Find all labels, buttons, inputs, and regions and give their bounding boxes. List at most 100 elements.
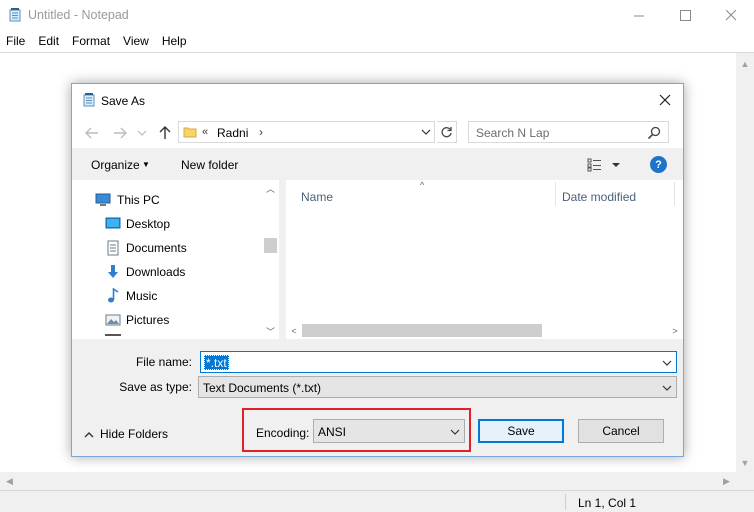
nav-item-label: Documents: [126, 241, 187, 255]
chevron-left-icon[interactable]: <: [286, 322, 302, 339]
nav-pane-scrollbar[interactable]: ︿ ﹀: [262, 180, 279, 339]
refresh-icon: [441, 126, 452, 137]
nav-item-pictures[interactable]: Pictures: [72, 309, 262, 331]
close-icon: [659, 94, 671, 106]
scroll-right-icon[interactable]: ▶: [718, 472, 735, 490]
hide-folders-button[interactable]: Hide Folders: [84, 427, 168, 441]
nav-item-desktop[interactable]: Desktop: [72, 213, 262, 235]
hide-folders-label: Hide Folders: [100, 427, 169, 441]
desktop-icon: [105, 217, 121, 229]
nav-item-label: Downloads: [126, 265, 186, 279]
save-as-type-label: Save as type:: [119, 380, 192, 394]
nav-item-label: Pictures: [126, 313, 170, 327]
sort-ascending-icon: ^: [420, 180, 425, 190]
chevron-right-icon[interactable]: >: [667, 322, 683, 339]
address-folder-radni[interactable]: Radni: [217, 126, 248, 140]
column-header-date-modified[interactable]: Date modified: [562, 190, 636, 204]
search-input[interactable]: Search N Lap: [468, 121, 669, 143]
command-bar: Organize ▼ New folder ?: [72, 148, 683, 180]
close-icon: [725, 10, 736, 21]
notepad-titlebar: Untitled - Notepad: [0, 0, 754, 31]
address-bar[interactable]: « Radni ›: [178, 121, 435, 143]
menu-edit[interactable]: Edit: [32, 31, 66, 52]
column-divider[interactable]: [674, 182, 675, 206]
scroll-left-icon[interactable]: ◀: [1, 472, 18, 490]
scroll-down-icon[interactable]: ▼: [736, 454, 754, 471]
menu-view[interactable]: View: [117, 31, 156, 52]
nav-item-label: Desktop: [126, 217, 171, 231]
recent-locations-button[interactable]: [132, 124, 152, 142]
documents-icon: [107, 240, 119, 256]
menu-bar: File Edit Format View Help: [0, 31, 754, 52]
organize-button[interactable]: Organize: [91, 158, 140, 172]
menu-format[interactable]: Format: [66, 31, 117, 52]
editor-vertical-scrollbar[interactable]: ▲ ▼: [736, 52, 754, 472]
scrollbar-thumb[interactable]: [302, 324, 542, 337]
dialog-titlebar: Save As: [72, 84, 683, 116]
address-dropdown[interactable]: [419, 126, 433, 138]
scrollbar-corner: [736, 472, 754, 490]
address-overflow-chevron[interactable]: «: [202, 126, 208, 138]
chevron-down-icon[interactable]: ﹀: [262, 323, 279, 339]
music-icon: [108, 288, 119, 303]
nav-item-label: This PC: [117, 193, 160, 207]
file-name-value[interactable]: *.txt: [204, 355, 229, 370]
save-as-dialog: Save As « Radni › Search N Lap Organize …: [71, 83, 684, 457]
encoding-value: ANSI: [318, 425, 347, 439]
minimize-icon: [633, 15, 644, 17]
pictures-icon: [105, 314, 121, 326]
maximize-button[interactable]: [662, 0, 708, 31]
nav-item-documents[interactable]: Documents: [72, 237, 262, 259]
close-window-button[interactable]: [708, 0, 754, 31]
nav-item-downloads[interactable]: Downloads: [72, 261, 262, 283]
window-title: Untitled - Notepad: [28, 8, 129, 22]
column-header-name[interactable]: Name: [301, 190, 333, 204]
notepad-app-icon: [9, 8, 21, 22]
chevron-up-icon[interactable]: ︿: [262, 180, 279, 196]
nav-item-label: Music: [126, 289, 158, 303]
forward-button[interactable]: [110, 124, 130, 142]
file-name-input[interactable]: *.txt: [200, 351, 677, 373]
address-separator[interactable]: ›: [259, 125, 263, 139]
editor-horizontal-scrollbar[interactable]: ◀ ▶: [0, 472, 736, 490]
search-icon[interactable]: [646, 125, 662, 141]
dialog-close-button[interactable]: [653, 89, 677, 111]
refresh-button[interactable]: [437, 121, 457, 143]
caret-down-icon[interactable]: ▼: [142, 160, 150, 169]
help-icon[interactable]: ?: [650, 156, 667, 173]
chevron-down-icon[interactable]: [661, 382, 673, 394]
file-name-label: File name:: [135, 355, 192, 369]
scrollbar-thumb[interactable]: [264, 238, 277, 253]
up-button[interactable]: [155, 124, 175, 142]
chevron-down-icon[interactable]: [449, 426, 461, 438]
chevron-down-icon: [137, 130, 147, 136]
new-folder-button[interactable]: New folder: [181, 158, 238, 172]
menu-help[interactable]: Help: [156, 31, 194, 52]
file-list-horizontal-scrollbar[interactable]: < >: [286, 322, 683, 339]
pc-icon: [95, 193, 111, 206]
nav-item-this-pc[interactable]: This PC: [72, 189, 262, 211]
notepad-app-icon: [83, 93, 95, 107]
nav-item-partial: [105, 334, 121, 339]
forward-arrow-icon: [114, 127, 127, 139]
scroll-up-icon[interactable]: ▲: [736, 55, 754, 72]
file-list-pane[interactable]: ^ Name Date modified < >: [286, 180, 683, 339]
cursor-position: Ln 1, Col 1: [578, 496, 637, 510]
nav-item-music[interactable]: Music: [72, 285, 262, 307]
navigation-pane: This PC Desktop Documents Downloads Musi…: [72, 180, 279, 339]
dialog-title: Save As: [101, 94, 146, 108]
back-button[interactable]: [82, 124, 102, 142]
chevron-down-icon[interactable]: [661, 357, 673, 369]
up-arrow-icon: [159, 126, 171, 139]
save-as-type-select[interactable]: Text Documents (*.txt): [198, 376, 677, 398]
save-button[interactable]: Save: [478, 419, 564, 443]
encoding-select[interactable]: ANSI: [313, 419, 465, 443]
chevron-down-icon: [421, 129, 431, 135]
menu-file[interactable]: File: [0, 31, 32, 52]
minimize-button[interactable]: [616, 0, 662, 31]
column-divider[interactable]: [555, 182, 556, 206]
status-bar: Ln 1, Col 1: [0, 490, 754, 512]
maximize-icon: [679, 10, 691, 21]
change-view-icon[interactable]: [586, 157, 624, 173]
cancel-button[interactable]: Cancel: [578, 419, 664, 443]
